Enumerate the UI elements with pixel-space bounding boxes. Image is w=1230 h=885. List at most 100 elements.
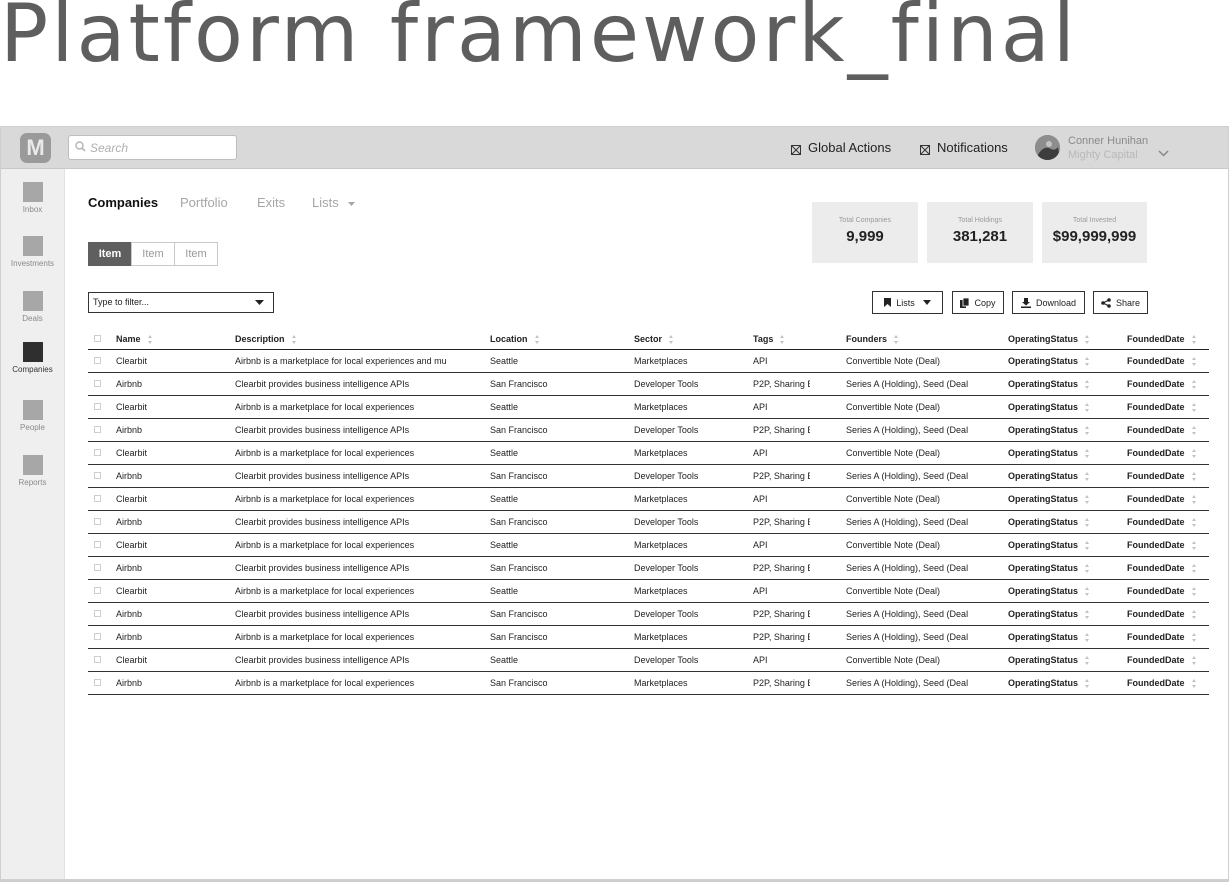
sort-icon	[147, 335, 153, 345]
table-row[interactable]: Clearbit Clearbit provides business intel…	[88, 649, 1209, 672]
segmented-control: Item Item Item	[88, 242, 218, 266]
column-header-founders[interactable]: Founders	[846, 329, 899, 349]
cell-tags: API	[753, 540, 768, 550]
search-input[interactable]	[90, 140, 230, 155]
cell-operating-status: OperatingStatus	[1008, 603, 1118, 625]
sidebar-item-deals[interactable]: Deals	[1, 291, 64, 323]
select-all-checkbox[interactable]	[94, 335, 101, 342]
row-checkbox[interactable]	[94, 357, 101, 364]
cell-location: Seattle	[490, 655, 519, 665]
row-checkbox[interactable]	[94, 380, 101, 387]
cell-founded-date: FoundedDate	[1127, 442, 1207, 464]
row-checkbox[interactable]	[94, 610, 101, 617]
sidebar-item-investments[interactable]: Investments	[1, 236, 64, 268]
segment-item-1[interactable]: Item	[88, 242, 132, 266]
table-row[interactable]: Airbnb Clearbit provides business intelli…	[88, 511, 1209, 534]
cell-founded-date: FoundedDate	[1127, 626, 1207, 648]
row-checkbox[interactable]	[94, 541, 101, 548]
table-row[interactable]: Clearbit Airbnb is a marketplace for loca…	[88, 350, 1209, 373]
table-row[interactable]: Clearbit Airbnb is a marketplace for loca…	[88, 580, 1209, 603]
table-row[interactable]: Airbnb Clearbit provides business intelli…	[88, 419, 1209, 442]
segment-item-3[interactable]: Item	[174, 242, 218, 266]
reports-icon	[22, 455, 43, 475]
sort-icon	[1085, 564, 1090, 574]
table-row[interactable]: Clearbit Airbnb is a marketplace for loca…	[88, 534, 1209, 557]
segment-item-2[interactable]: Item	[131, 242, 175, 266]
row-checkbox[interactable]	[94, 587, 101, 594]
people-icon	[22, 400, 43, 420]
copy-button[interactable]: Copy	[952, 291, 1004, 314]
cell-text: FoundedDate	[1127, 632, 1185, 642]
app-logo[interactable]: M	[20, 133, 51, 163]
row-checkbox[interactable]	[94, 656, 101, 663]
column-header-tags[interactable]: Tags	[753, 329, 785, 349]
cell-text: OperatingStatus	[1008, 632, 1079, 642]
cell-description: Airbnb is a marketplace for local experi…	[235, 678, 415, 688]
row-checkbox[interactable]	[94, 472, 101, 479]
row-checkbox[interactable]	[94, 449, 101, 456]
cell-sector: Marketplaces	[634, 678, 688, 688]
sidebar-item-reports[interactable]: Reports	[1, 455, 64, 487]
share-button[interactable]: Share	[1093, 291, 1148, 314]
top-bar: M Global Actions Notifications Conner Hu…	[1, 127, 1228, 169]
column-header-sector[interactable]: Sector	[634, 329, 674, 349]
column-header-name[interactable]: Name	[116, 329, 153, 349]
table-row[interactable]: Airbnb Airbnb is a marketplace for local …	[88, 626, 1209, 649]
user-org: Mighty Capital	[1068, 149, 1138, 161]
tab-lists[interactable]: Lists	[312, 195, 356, 210]
sort-icon	[1191, 656, 1197, 666]
column-header-label: Tags	[753, 334, 774, 344]
table-row[interactable]: Clearbit Airbnb is a marketplace for loca…	[88, 396, 1209, 419]
tab-exits[interactable]: Exits	[257, 195, 285, 210]
sidebar-item-people[interactable]: People	[1, 400, 64, 432]
cell-founders: Convertible Note (Deal)	[846, 540, 941, 550]
cell-text: OperatingStatus	[1008, 471, 1079, 481]
table-row[interactable]: Clearbit Airbnb is a marketplace for loca…	[88, 488, 1209, 511]
global-actions-button[interactable]: Global Actions	[791, 140, 891, 155]
tab-companies[interactable]: Companies	[88, 195, 158, 210]
column-header-founded-date[interactable]: FoundedDate	[1127, 329, 1197, 349]
column-header-label: Description	[235, 334, 285, 344]
table-row[interactable]: Airbnb Clearbit provides business intelli…	[88, 373, 1209, 396]
row-checkbox[interactable]	[94, 426, 101, 433]
cell-location: San Francisco	[490, 632, 548, 642]
sidebar-item-companies[interactable]: Companies	[1, 342, 64, 374]
column-header-description[interactable]: Description	[235, 329, 297, 349]
tab-portfolio[interactable]: Portfolio	[180, 195, 228, 210]
notifications-button[interactable]: Notifications	[920, 140, 1008, 155]
companies-table: Name Description Location Sector Tags Fo…	[88, 329, 1209, 695]
column-header-label: FoundedDate	[1127, 334, 1185, 344]
table-row[interactable]: Airbnb Clearbit provides business intelli…	[88, 603, 1209, 626]
row-checkbox[interactable]	[94, 518, 101, 525]
chevron-down-icon[interactable]	[1158, 144, 1169, 162]
cell-founded-date: FoundedDate	[1127, 488, 1207, 510]
sort-icon	[1191, 564, 1197, 574]
table-row[interactable]: Clearbit Airbnb is a marketplace for loca…	[88, 442, 1209, 465]
row-checkbox[interactable]	[94, 495, 101, 502]
sort-icon	[894, 335, 899, 345]
column-header-operating-status[interactable]: OperatingStatus	[1008, 329, 1090, 349]
cell-operating-status: OperatingStatus	[1008, 419, 1118, 441]
cell-name: Clearbit	[116, 356, 148, 366]
filter-dropdown[interactable]: Type to filter...	[88, 292, 274, 313]
row-checkbox[interactable]	[94, 679, 101, 686]
download-button[interactable]: Download	[1012, 291, 1085, 314]
search-box[interactable]	[68, 135, 237, 160]
avatar[interactable]	[1035, 135, 1060, 160]
cell-tags: API	[753, 655, 768, 665]
table-row[interactable]: Airbnb Clearbit provides business intelli…	[88, 557, 1209, 580]
cell-founders: Series A (Holding), Seed (Deal	[846, 609, 969, 619]
row-checkbox[interactable]	[94, 564, 101, 571]
sidebar-item-inbox[interactable]: Inbox	[1, 182, 64, 214]
table-row[interactable]: Airbnb Airbnb is a marketplace for local …	[88, 672, 1209, 695]
global-actions-label: Global Actions	[808, 140, 892, 155]
sort-icon	[1085, 610, 1090, 620]
column-header-location[interactable]: Location	[490, 329, 540, 349]
row-checkbox[interactable]	[94, 403, 101, 410]
lists-button[interactable]: Lists	[872, 291, 943, 314]
cell-sector: Marketplaces	[634, 632, 688, 642]
sort-icon	[1191, 587, 1197, 597]
table-header: Name Description Location Sector Tags Fo…	[88, 329, 1209, 350]
row-checkbox[interactable]	[94, 633, 101, 640]
table-row[interactable]: Airbnb Clearbit provides business intelli…	[88, 465, 1209, 488]
